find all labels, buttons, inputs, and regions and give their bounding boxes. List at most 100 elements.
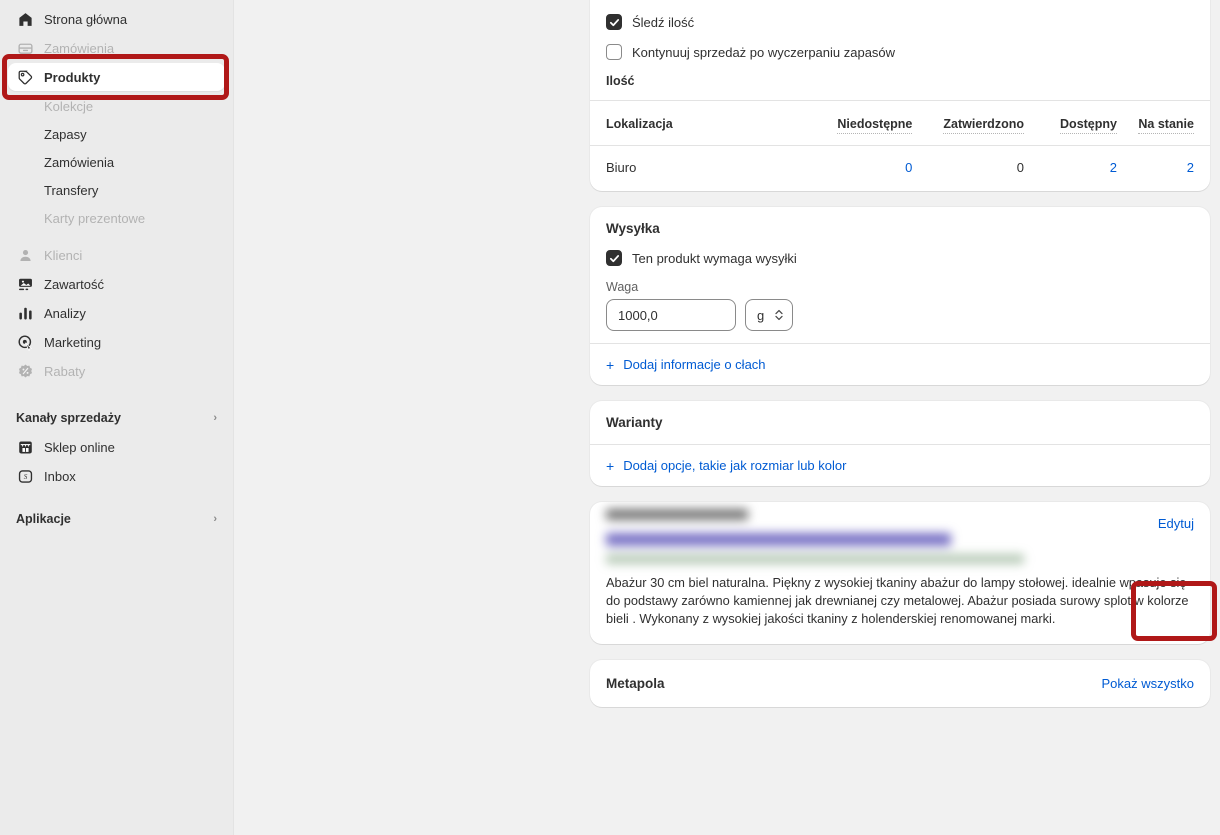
sidebar-item-analizy[interactable]: Analizy <box>8 299 225 327</box>
track-quantity-checkbox[interactable] <box>606 14 622 30</box>
sidebar-item-label: Transfery <box>44 182 99 198</box>
sidebar-item-label: Zamówienia <box>44 40 115 56</box>
sidebar-item-karty-prezentowe[interactable]: Karty prezentowe <box>8 204 225 232</box>
sidebar-item-inbox[interactable]: S Inbox <box>8 462 225 490</box>
col-dostepny[interactable]: Dostępny <box>1024 101 1117 146</box>
marketing-icon <box>16 333 34 351</box>
requires-shipping-checkbox[interactable] <box>606 250 622 266</box>
cell-on-hand[interactable]: 2 <box>1116 145 1210 191</box>
inbox-icon: S <box>16 467 34 485</box>
quantity-section-label: Ilość <box>606 74 635 88</box>
home-icon <box>16 10 34 28</box>
person-icon <box>16 246 34 264</box>
sidebar-item-label: Karty prezentowe <box>44 210 146 226</box>
sidebar-item-sklep-online[interactable]: Sklep online <box>8 433 225 461</box>
inventory-card-body: Śledź ilość Kontynuuj sprzedaż po wyczer… <box>590 0 1210 100</box>
sidebar-item-label: Zamówienia <box>44 154 115 170</box>
weight-row: 1000,0 g <box>606 299 1194 331</box>
add-customs-info-link[interactable]: + Dodaj informacje o cłach <box>590 344 1210 385</box>
requires-shipping-row[interactable]: Ten produkt wymaga wysyłki <box>606 250 1194 266</box>
sidebar-item-label: Analizy <box>44 305 86 321</box>
inventory-table-body: Biuro 0 0 2 2 <box>590 145 1210 191</box>
continue-selling-label: Kontynuuj sprzedaż po wyczerpaniu zapasó… <box>632 44 896 60</box>
track-quantity-label: Śledź ilość <box>632 14 695 30</box>
variants-card-head: Warianty <box>590 401 1210 444</box>
content-icon <box>16 275 34 293</box>
col-niedostepne[interactable]: Niedostępne <box>801 101 913 146</box>
add-options-link[interactable]: + Dodaj opcje, takie jak rozmiar lub kol… <box>590 445 1210 486</box>
sidebar-item-marketing[interactable]: Marketing <box>8 328 225 356</box>
continue-selling-checkbox[interactable] <box>606 44 622 60</box>
sidebar-item-kolekcje[interactable]: Kolekcje <box>8 92 225 120</box>
seo-preview-heading-placeholder <box>606 509 748 520</box>
sidebar-group-aplikacje[interactable]: Aplikacje › <box>8 505 225 533</box>
weight-unit-value: g <box>757 307 765 323</box>
track-quantity-row[interactable]: Śledź ilość <box>606 14 1194 30</box>
continue-selling-row[interactable]: Kontynuuj sprzedaż po wyczerpaniu zapasó… <box>606 44 1194 60</box>
sidebar-item-label: Sklep online <box>44 439 115 455</box>
sidebar-group-label: Kanały sprzedaży <box>16 411 121 425</box>
col-na-stanie[interactable]: Na stanie <box>1117 101 1210 146</box>
metafields-row: Metapola Pokaż wszystko <box>590 660 1210 707</box>
shipping-title: Wysyłka <box>606 221 660 236</box>
sidebar-item-label: Kolekcje <box>44 98 94 114</box>
shipping-card: Wysyłka Ten produkt wymaga wysyłki Waga … <box>590 207 1210 385</box>
sidebar-item-label: Zawartość <box>44 276 104 292</box>
chevron-updown-icon <box>774 308 784 322</box>
metafields-card: Metapola Pokaż wszystko <box>590 660 1210 707</box>
sidebar-item-rabaty[interactable]: Rabaty <box>8 357 225 385</box>
col-lokalizacja: Lokalizacja <box>606 117 673 131</box>
show-all-metafields-link[interactable]: Pokaż wszystko <box>1102 676 1194 691</box>
cell-available[interactable]: 2 <box>1023 145 1117 191</box>
plus-icon: + <box>606 356 615 373</box>
sidebar-item-label: Marketing <box>44 334 102 350</box>
seo-preview-blurred <box>590 509 1210 564</box>
sidebar-item-label: Rabaty <box>44 363 86 379</box>
sidebar-item-klienci[interactable]: Klienci <box>8 241 225 269</box>
table-header-row: Lokalizacja Niedostępne Zatwierdzono Dos… <box>590 101 1210 146</box>
sidebar-item-zamowienia-sub[interactable]: Zamówienia <box>8 148 225 176</box>
seo-description-text: Abażur 30 cm biel naturalna. Piękny z wy… <box>606 575 1189 626</box>
chevron-right-icon: › <box>213 411 217 424</box>
svg-text:S: S <box>23 473 27 481</box>
seo-preview-title-placeholder <box>606 533 951 546</box>
table-row: Biuro 0 0 2 2 <box>590 145 1210 191</box>
sidebar-item-zapasy[interactable]: Zapasy <box>8 120 225 148</box>
inventory-table-head: Lokalizacja Niedostępne Zatwierdzono Dos… <box>590 101 1210 146</box>
cell-committed: 0 <box>912 145 1024 191</box>
chevron-right-icon: › <box>213 512 217 525</box>
sidebar-item-zamowienia[interactable]: Zamówienia <box>8 34 225 62</box>
cell-unavailable[interactable]: 0 <box>800 145 913 191</box>
sidebar-item-label: Strona główna <box>44 11 128 27</box>
weight-label: Waga <box>606 280 639 294</box>
tag-icon <box>16 68 34 86</box>
inventory-card: Śledź ilość Kontynuuj sprzedaż po wyczer… <box>590 0 1210 191</box>
col-zatwierdzono[interactable]: Zatwierdzono <box>912 101 1024 146</box>
sidebar-item-label: Produkty <box>44 69 101 85</box>
sidebar-group-label: Aplikacje <box>16 512 71 526</box>
seo-card: Edytuj Abażur 30 cm biel naturalna. Pięk… <box>590 502 1210 644</box>
seo-preview-url-placeholder <box>606 554 1024 564</box>
add-customs-info-label: Dodaj informacje o cłach <box>623 357 766 372</box>
main-content: Śledź ilość Kontynuuj sprzedaż po wyczer… <box>234 0 1220 835</box>
shipping-card-body: Wysyłka Ten produkt wymaga wysyłki Waga … <box>590 207 1210 343</box>
sidebar-group-kanaly-sprzedazy[interactable]: Kanały sprzedaży › <box>8 404 225 432</box>
cell-location: Biuro <box>590 145 801 191</box>
add-options-label: Dodaj opcje, takie jak rozmiar lub kolor <box>623 458 847 473</box>
plus-icon: + <box>606 457 615 474</box>
sidebar-item-strona-glowna[interactable]: Strona główna <box>8 5 225 33</box>
sidebar-item-zawartosc[interactable]: Zawartość <box>8 270 225 298</box>
sidebar-item-transfery[interactable]: Transfery <box>8 176 225 204</box>
sidebar: Strona główna Zamówienia Produkty Kolekc… <box>0 0 234 835</box>
metafields-title: Metapola <box>606 676 665 691</box>
weight-input[interactable]: 1000,0 <box>606 299 736 331</box>
app-root: Strona główna Zamówienia Produkty Kolekc… <box>0 0 1220 835</box>
sidebar-item-label: Klienci <box>44 247 83 263</box>
sidebar-item-produkty[interactable]: Produkty <box>8 63 225 91</box>
orders-icon <box>16 39 34 57</box>
variants-card: Warianty + Dodaj opcje, takie jak rozmia… <box>590 401 1210 486</box>
weight-unit-select[interactable]: g <box>745 299 793 331</box>
sidebar-item-label: Zapasy <box>44 126 87 142</box>
sidebar-item-label: Inbox <box>44 468 76 484</box>
